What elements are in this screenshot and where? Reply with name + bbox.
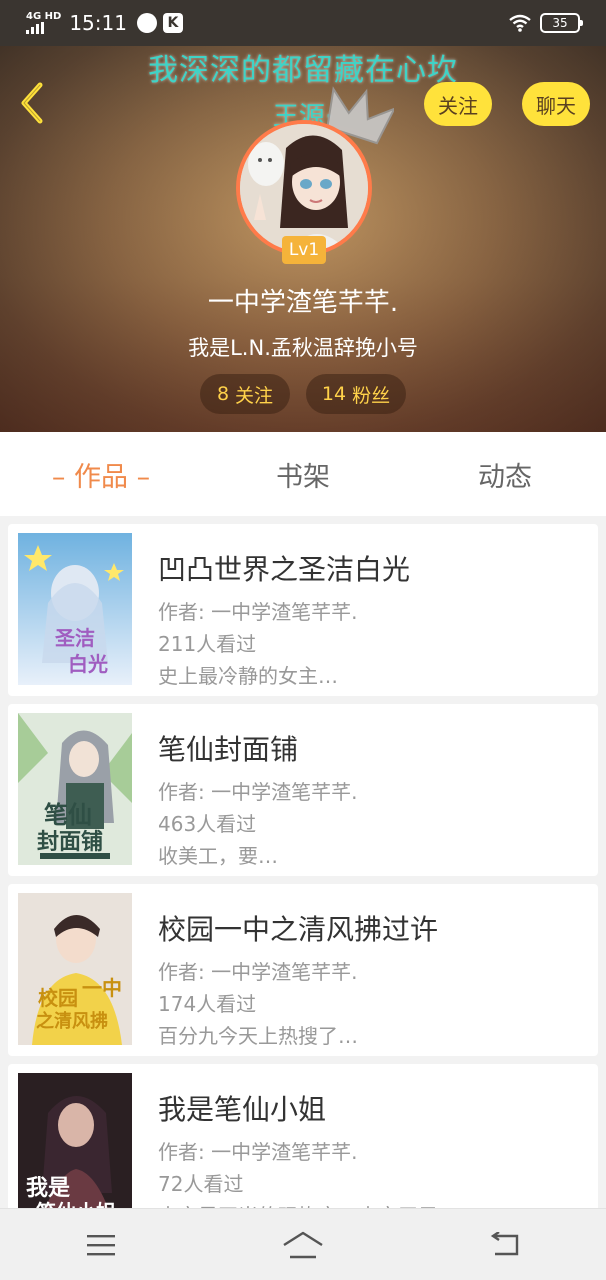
- app-k-icon: K: [162, 13, 183, 33]
- network-type: 4G HD: [26, 11, 62, 22]
- battery-level: 35: [552, 16, 568, 30]
- book-title: 我是笔仙小姐: [158, 1093, 327, 1126]
- menu-button[interactable]: [71, 1220, 131, 1270]
- book-author: 作者: 一中学渣笔芊芊.: [158, 960, 358, 984]
- book-author: 作者: 一中学渣笔芊芊.: [158, 600, 358, 624]
- chevron-left-icon: [21, 82, 43, 124]
- book-cover: 我是 笔仙小姐: [18, 1073, 132, 1225]
- profile-name: 一中学渣笔芊芊.: [207, 288, 399, 318]
- menu-icon: [87, 1234, 115, 1255]
- book-title: 校园一中之清风拂过许: [158, 913, 439, 946]
- fans-label: 粉丝: [352, 384, 391, 407]
- book-views: 463人看过: [158, 812, 257, 836]
- book-description: 收美工，要…: [158, 844, 278, 868]
- tab-works[interactable]: – 作品 –: [0, 455, 202, 494]
- signal-indicator: 4G HD: [26, 12, 61, 34]
- fans-count-button[interactable]: 14 粉丝: [306, 374, 406, 414]
- following-count-button[interactable]: 8 关注: [200, 374, 290, 414]
- book-author: 作者: 一中学渣笔芊芊.: [158, 780, 358, 804]
- level-badge: Lv1: [282, 236, 326, 264]
- svg-text:之清风拂: 之清风拂: [36, 1010, 108, 1032]
- chat-button[interactable]: 聊天: [522, 82, 590, 126]
- home-icon: [283, 1231, 323, 1258]
- svg-text:封面铺: 封面铺: [37, 829, 103, 855]
- wifi-icon: [509, 14, 531, 32]
- profile-bio: 我是L.N.孟秋温辞挽小号: [188, 336, 418, 360]
- book-author: 作者: 一中学渣笔芊芊.: [158, 1140, 358, 1164]
- back-nav-button[interactable]: [475, 1220, 535, 1270]
- book-views: 211人看过: [158, 632, 257, 656]
- back-arrow-icon: [490, 1231, 519, 1255]
- following-label: 关注: [235, 384, 274, 407]
- back-button[interactable]: [12, 78, 52, 128]
- list-item[interactable]: 笔仙 封面铺 笔仙封面铺 作者: 一中学渣笔芊芊. 463人看过 收美工，要…: [8, 704, 598, 876]
- book-cover: 圣洁 白光: [18, 533, 132, 685]
- status-time: 15:11: [69, 11, 127, 35]
- system-nav-bar: [0, 1208, 606, 1280]
- banner-text: 我深深的都留藏在心坎: [148, 53, 458, 88]
- list-item[interactable]: 圣洁 白光 凹凸世界之圣洁白光 作者: 一中学渣笔芊芊. 211人看过 史上最冷…: [8, 524, 598, 696]
- following-count: 8: [216, 383, 230, 405]
- avatar-illustration: [240, 124, 368, 252]
- book-title: 笔仙封面铺: [158, 733, 299, 766]
- home-button[interactable]: [273, 1220, 333, 1270]
- svg-text:一中: 一中: [82, 976, 122, 1000]
- tab-activity[interactable]: 动态: [404, 455, 606, 494]
- book-list: 圣洁 白光 凹凸世界之圣洁白光 作者: 一中学渣笔芊芊. 211人看过 史上最冷…: [8, 524, 598, 1244]
- profile-header: 我深深的都留藏在心坎 王源· 关注 聊天 Lv1 一中学渣笔芊芊. 我是L.N.…: [0, 46, 606, 432]
- book-views: 72人看过: [158, 1172, 244, 1196]
- svg-text:我是: 我是: [26, 1176, 70, 1201]
- notification-icon: [136, 13, 157, 33]
- svg-text:白光: 白光: [68, 652, 108, 676]
- book-cover: 笔仙 封面铺: [18, 713, 132, 865]
- list-item[interactable]: 校园 一中 之清风拂 校园一中之清风拂过许 作者: 一中学渣笔芊芊. 174人看…: [8, 884, 598, 1056]
- svg-text:校园: 校园: [38, 986, 78, 1010]
- book-cover: 校园 一中 之清风拂: [18, 893, 132, 1045]
- book-description: 百分九今天上热搜了…: [158, 1024, 358, 1048]
- signal-bars-icon: [26, 22, 44, 34]
- status-bar: 4G HD 15:11 K 35: [0, 0, 606, 46]
- book-description: 史上最冷静的女主…: [158, 664, 338, 688]
- book-views: 174人看过: [158, 992, 257, 1016]
- book-title: 凹凸世界之圣洁白光: [158, 553, 411, 586]
- fans-count: 14: [321, 383, 347, 405]
- svg-text:笔仙: 笔仙: [44, 801, 92, 829]
- svg-text:圣洁: 圣洁: [55, 626, 95, 650]
- profile-tabs: – 作品 – 书架 动态: [0, 432, 606, 516]
- battery-icon: 35: [540, 13, 583, 33]
- tab-bookshelf[interactable]: 书架: [202, 455, 404, 494]
- follow-button[interactable]: 关注: [424, 82, 492, 126]
